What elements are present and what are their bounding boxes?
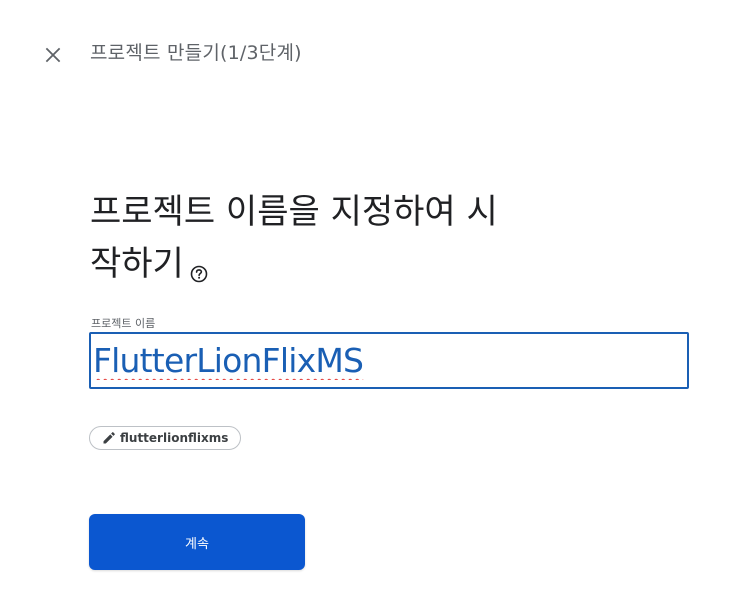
continue-button[interactable]: 계속 xyxy=(89,514,305,570)
project-name-input[interactable] xyxy=(93,336,683,385)
project-id-chip[interactable]: flutterlionflixms xyxy=(89,426,242,450)
heading-line-2: 작하기 xyxy=(90,244,184,284)
close-icon xyxy=(45,47,61,63)
help-circle-icon[interactable] xyxy=(190,246,208,283)
project-id-text: flutterlionflixms xyxy=(120,431,229,445)
close-button[interactable] xyxy=(38,40,68,70)
create-project-page: 프로젝트 만들기(1/3단계) 프로젝트 이름을 지정하여 시 작하기 프로젝트… xyxy=(0,0,733,602)
pencil-icon xyxy=(103,432,115,444)
page-heading: 프로젝트 이름을 지정하여 시 작하기 xyxy=(90,186,560,290)
project-name-label: 프로젝트 이름 xyxy=(91,317,156,330)
heading-line-1: 프로젝트 이름을 지정하여 시 xyxy=(90,192,498,232)
project-name-field xyxy=(89,332,689,389)
page-header-title: 프로젝트 만들기(1/3단계) xyxy=(90,42,302,64)
